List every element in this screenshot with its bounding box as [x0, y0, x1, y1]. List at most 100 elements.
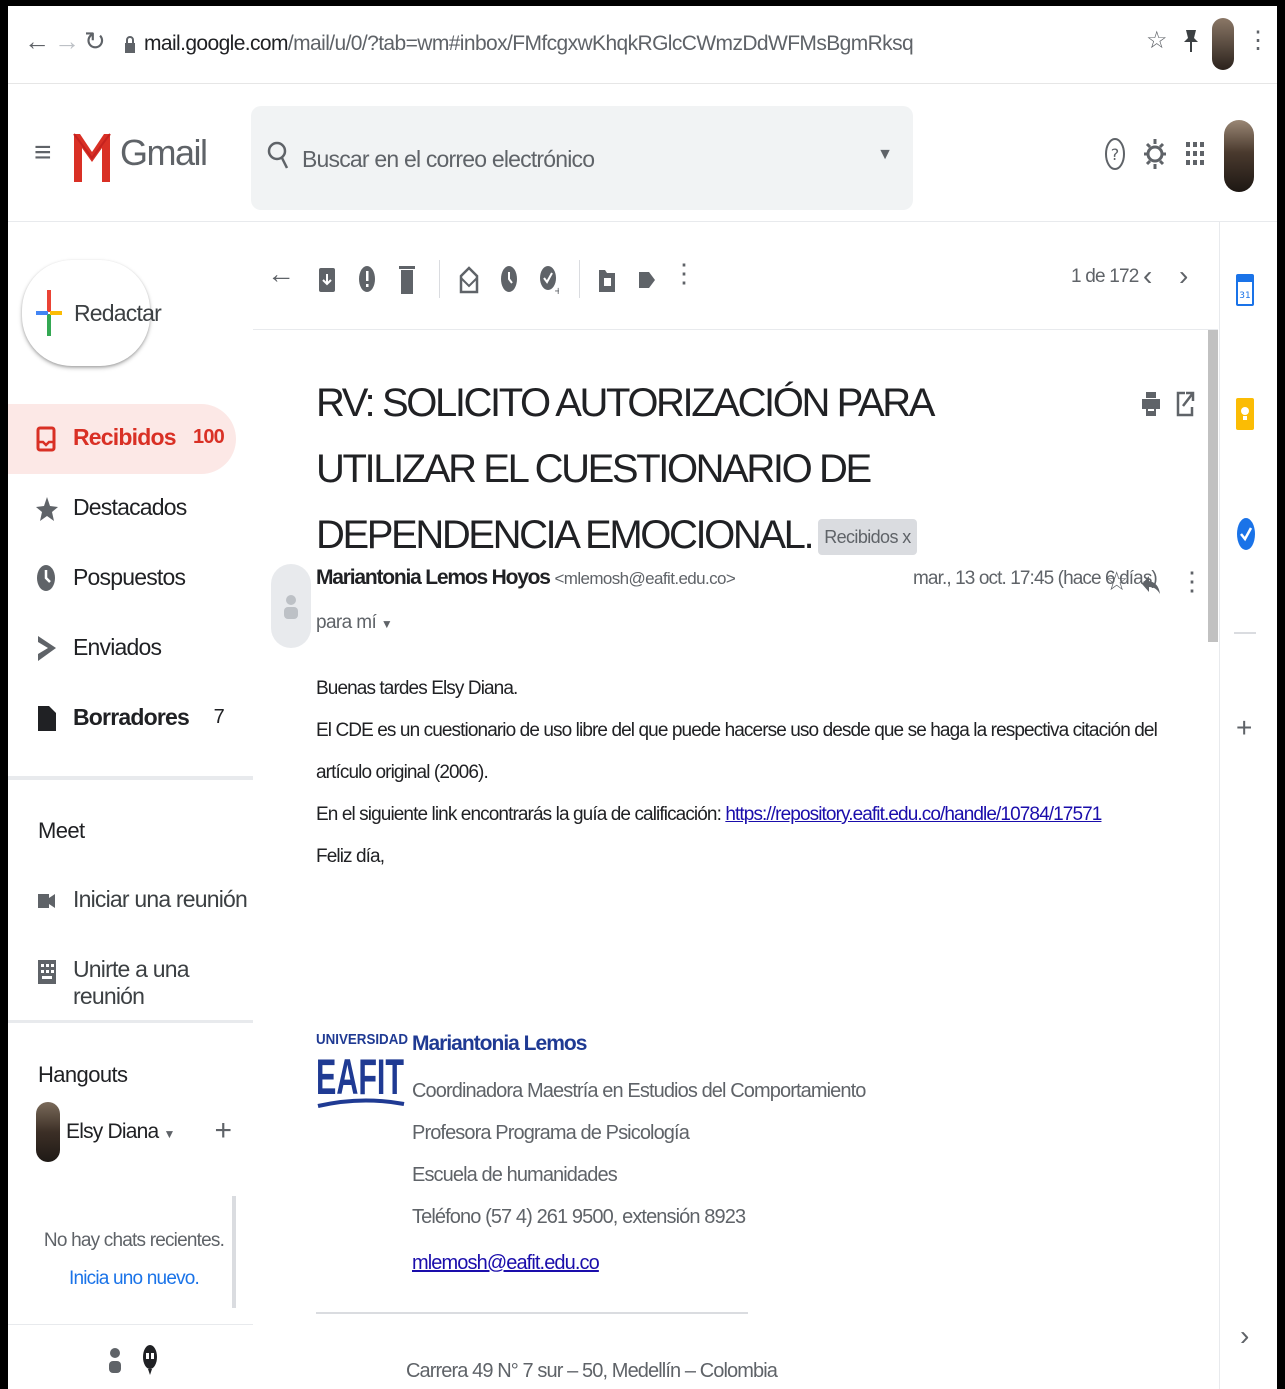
- mark-unread-icon[interactable]: [459, 264, 479, 294]
- star-icon: [36, 497, 58, 521]
- contacts-person-icon[interactable]: [108, 1345, 122, 1375]
- message-more-icon[interactable]: ⋮: [1179, 566, 1205, 597]
- svg-text:UNIVERSIDAD: UNIVERSIDAD: [316, 1031, 408, 1048]
- open-new-window-icon[interactable]: [1175, 390, 1195, 418]
- signature-divider: [316, 1312, 748, 1314]
- sidebar-item-drafts[interactable]: Borradores 7: [8, 684, 236, 754]
- expand-panel-chevron-icon[interactable]: ›: [1240, 1320, 1249, 1352]
- more-options-icon[interactable]: ⋮: [671, 258, 697, 289]
- keep-notes-icon[interactable]: [1236, 396, 1254, 432]
- signature-title: Coordinadora Maestría en Estudios del Co…: [412, 1080, 866, 1102]
- search-input[interactable]: Buscar en el correo electrónico: [302, 146, 595, 173]
- divider: [8, 1020, 253, 1023]
- forward-arrow-icon[interactable]: →: [54, 26, 80, 56]
- toolbar-divider: [579, 260, 580, 298]
- hangouts-footer: [8, 1324, 253, 1389]
- draft-file-icon: [38, 706, 56, 731]
- url-text: mail.google.com/mail/u/0/?tab=wm#inbox/F…: [144, 32, 914, 55]
- inbox-icon: [36, 426, 56, 452]
- reload-icon[interactable]: ↻: [84, 26, 106, 56]
- bookmark-star-icon[interactable]: ☆: [1146, 26, 1168, 56]
- profile-avatar[interactable]: [1212, 18, 1234, 70]
- gmail-header: ≡ Gmail Buscar en el correo electrónico …: [8, 84, 1277, 222]
- label-tag-icon[interactable]: [637, 264, 657, 294]
- settings-gear-icon[interactable]: [1142, 136, 1168, 172]
- recipient-dropdown[interactable]: para mí ▼: [316, 612, 393, 634]
- search-icon[interactable]: [267, 140, 289, 170]
- svg-text:?: ?: [1111, 145, 1120, 164]
- repository-link[interactable]: https://repository.eafit.edu.co/handle/1…: [725, 804, 1102, 825]
- reply-icon[interactable]: [1141, 572, 1161, 596]
- inbox-label-chip[interactable]: Recibidos x: [818, 519, 917, 556]
- address-bar[interactable]: mail.google.com/mail/u/0/?tab=wm#inbox/F…: [114, 14, 1234, 76]
- star-message-icon[interactable]: ☆: [1105, 566, 1128, 597]
- hangouts-user[interactable]: Elsy Diana ▼ +: [36, 1102, 246, 1166]
- toolbar-divider: [439, 260, 440, 298]
- signature-title: Profesora Programa de Psicología: [412, 1122, 690, 1144]
- compose-plus-icon: [36, 290, 62, 336]
- account-avatar[interactable]: [1224, 120, 1254, 192]
- keyboard-icon: [38, 960, 56, 984]
- eafit-logo-icon: UNIVERSIDAD EAFIT: [316, 1031, 408, 1108]
- sidebar-item-sent[interactable]: Enviados: [8, 614, 236, 684]
- add-chat-icon[interactable]: +: [214, 1114, 232, 1148]
- side-panel: 31 + ›: [1219, 222, 1277, 1389]
- delete-trash-icon[interactable]: [397, 264, 417, 294]
- add-to-tasks-icon[interactable]: +: [539, 264, 559, 294]
- svg-text:EAFIT: EAFIT: [316, 1049, 404, 1105]
- calendar-icon[interactable]: 31: [1236, 272, 1254, 308]
- message-body: Buenas tardes Elsy Diana. El CDE es un c…: [316, 668, 1196, 878]
- sender-name: Mariantonia Lemos Hoyos <mlemosh@eafit.e…: [316, 566, 736, 589]
- default-person-icon: [284, 595, 298, 619]
- sidebar-item-snoozed[interactable]: Pospuestos: [8, 544, 236, 614]
- sidebar-item-starred[interactable]: Destacados: [8, 474, 236, 544]
- search-box[interactable]: Buscar en el correo electrónico ▼: [251, 106, 913, 210]
- snooze-clock-icon[interactable]: [499, 264, 519, 294]
- message-subject: RV: SOLICITO AUTORIZACIÓN PARA UTILIZAR …: [316, 381, 933, 557]
- body-line: El CDE es un cuestionario de uso libre d…: [316, 720, 1158, 783]
- gmail-logo-icon[interactable]: [72, 126, 112, 186]
- start-new-chat-link[interactable]: Inicia uno nuevo.: [36, 1268, 232, 1290]
- back-to-inbox-icon[interactable]: ←: [267, 258, 295, 290]
- join-meeting-item[interactable]: Unirte a una reunión: [8, 942, 253, 1009]
- older-chevron-right-icon[interactable]: ›: [1179, 260, 1188, 292]
- draft-count: 7: [213, 706, 225, 728]
- body-greeting: Buenas tardes Elsy Diana.: [316, 678, 518, 699]
- move-to-folder-icon[interactable]: [597, 264, 617, 294]
- start-meeting-label: Iniciar una reunión: [73, 886, 248, 912]
- message-toolbar: ← + ⋮ 1 de 172 ‹ ›: [253, 222, 1218, 330]
- archive-icon[interactable]: [317, 264, 337, 294]
- no-chats-panel: No hay chats recientes. Inicia uno nuevo…: [36, 1196, 236, 1308]
- newer-chevron-left-icon[interactable]: ‹: [1143, 260, 1152, 292]
- hamburger-menu-icon[interactable]: ≡: [34, 136, 52, 170]
- avatar: [36, 1102, 60, 1162]
- search-options-dropdown-icon[interactable]: ▼: [877, 146, 893, 164]
- signature-phone: Teléfono (57 4) 261 9500, extensión 8923: [412, 1206, 746, 1228]
- signature-email-link[interactable]: mlemosh@eafit.edu.co: [412, 1252, 600, 1275]
- unread-count: 100: [193, 426, 225, 448]
- back-arrow-icon[interactable]: ←: [24, 26, 50, 56]
- help-icon[interactable]: ?: [1104, 136, 1126, 172]
- print-icon[interactable]: [1141, 390, 1161, 418]
- message-scrollbar[interactable]: [1208, 330, 1218, 1370]
- apps-grid-icon[interactable]: [1186, 136, 1204, 172]
- extension-pin-icon[interactable]: [1182, 28, 1200, 54]
- clock-icon: [37, 565, 55, 591]
- sidebar-item-label: Enviados: [73, 634, 162, 660]
- compose-button[interactable]: Redactar: [22, 260, 162, 366]
- sidebar-item-inbox[interactable]: Recibidos 100: [8, 404, 236, 474]
- signature-school: Escuela de humanidades: [412, 1164, 618, 1186]
- browser-menu-icon[interactable]: ⋮: [1246, 26, 1270, 56]
- start-meeting-item[interactable]: Iniciar una reunión: [8, 872, 253, 932]
- scroll-thumb[interactable]: [1208, 330, 1218, 642]
- gmail-wordmark: Gmail: [120, 132, 208, 173]
- body-closing: Feliz día,: [316, 846, 385, 867]
- signature-address: Carrera 49 N° 7 sur – 50, Medellín – Col…: [406, 1360, 778, 1382]
- hangouts-chat-icon[interactable]: [142, 1343, 158, 1377]
- tasks-icon[interactable]: [1236, 516, 1256, 552]
- add-addon-icon[interactable]: +: [1236, 712, 1252, 744]
- hangouts-section-title: Hangouts: [38, 1062, 128, 1087]
- signature-name: Mariantonia Lemos: [412, 1032, 587, 1055]
- report-spam-icon[interactable]: [357, 264, 377, 294]
- sender-avatar[interactable]: [271, 564, 311, 648]
